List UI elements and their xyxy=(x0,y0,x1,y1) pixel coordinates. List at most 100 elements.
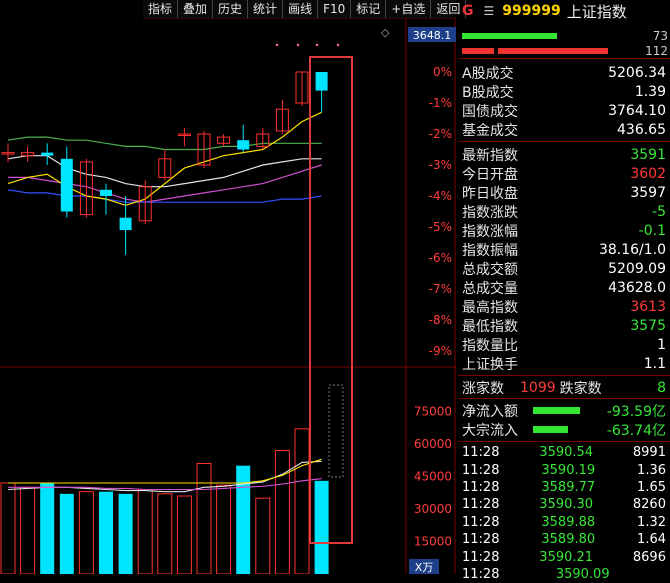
index-label: 指数量比 xyxy=(462,337,518,354)
trade-price: 3590.30 xyxy=(539,497,594,513)
flow-row: 大宗流入 -63.74亿 xyxy=(462,420,670,439)
index-value: 43628.0 xyxy=(608,279,666,296)
stats-button[interactable]: 统计 xyxy=(248,0,284,18)
trade-volume: 8260 xyxy=(632,497,666,513)
flow-bar-fill xyxy=(533,426,569,433)
up-count-value: 1099 xyxy=(520,379,556,396)
index-row: 指数振幅 38.16/1.0 xyxy=(462,240,670,259)
trade-price: 3589.88 xyxy=(541,514,596,530)
index-label: 指数涨跌 xyxy=(462,204,518,221)
pct-tick-label: -1% xyxy=(429,96,452,110)
stat-value: 436.65 xyxy=(617,121,666,138)
stat-label: 国债成交 xyxy=(462,103,518,120)
volume-ma-yellow xyxy=(8,458,322,484)
pct-tick-label: -7% xyxy=(429,282,452,296)
stat-value: 3764.10 xyxy=(608,102,666,119)
trade-volume: 1.36 xyxy=(637,462,666,478)
trade-time: 11:28 xyxy=(462,497,500,513)
trade-time: 11:28 xyxy=(462,479,500,495)
stock-name: 上证指数 xyxy=(566,2,627,21)
volume-bar xyxy=(137,489,153,574)
marker-dot xyxy=(315,43,319,47)
index-row: 上证换手 1.1 xyxy=(462,354,670,373)
buy-sell-bars: 73 112 xyxy=(458,22,670,59)
volume-bar xyxy=(176,495,192,574)
trade-time: 11:28 xyxy=(462,549,500,565)
ma-line-blue xyxy=(7,189,322,203)
trade-price: 3589.77 xyxy=(541,479,596,495)
trade-volume: 1.32 xyxy=(637,514,666,530)
volume-unit-label: X万 xyxy=(415,561,434,574)
volume-bar xyxy=(314,480,329,574)
volume-bar xyxy=(40,483,55,574)
trade-price: 3589.80 xyxy=(541,532,596,548)
index-value: 5209.09 xyxy=(608,260,666,277)
index-value: 1.1 xyxy=(643,355,666,372)
trade-volume: 1.65 xyxy=(637,479,666,495)
stat-label: A股成交 xyxy=(462,65,514,82)
mark-button[interactable]: 标记 xyxy=(351,0,387,18)
pct-tick-label: -4% xyxy=(429,189,452,203)
index-row: 总成交量 43628.0 xyxy=(462,278,670,297)
overlay-button[interactable]: 叠加 xyxy=(178,0,214,18)
index-row: 总成交额 5209.09 xyxy=(462,259,670,278)
buy-bar xyxy=(462,33,557,39)
flow-label: 大宗流入 xyxy=(462,422,518,439)
f10-button[interactable]: F10 xyxy=(318,0,352,18)
trade-row: 11:28 3590.54 8991 xyxy=(462,444,670,461)
index-value: -5 xyxy=(652,203,666,220)
index-value: 3591 xyxy=(630,146,666,163)
index-value: 3613 xyxy=(630,298,666,315)
candle-body xyxy=(60,158,73,212)
flow-bar xyxy=(533,407,591,414)
volume-bar xyxy=(0,482,16,574)
up-count-label: 涨家数 xyxy=(462,380,504,397)
volume-bar xyxy=(78,491,94,574)
pct-tick-label: -8% xyxy=(429,313,452,327)
volume-forecast-box xyxy=(328,384,344,478)
index-value: 38.16/1.0 xyxy=(598,241,666,258)
volume-bar xyxy=(216,484,232,574)
volume-bar xyxy=(59,493,74,574)
quote-panel: G ☰ 999999 上证指数 73 112 A股成交 5206.34 B股成交 1… xyxy=(458,0,670,582)
volume-tick-label: 60000 xyxy=(414,437,452,451)
pct-tick-label: -9% xyxy=(429,344,452,358)
indicator-button[interactable]: 指标 xyxy=(143,0,179,18)
stat-label: B股成交 xyxy=(462,84,514,101)
flow-bar xyxy=(533,426,591,433)
marker-dot xyxy=(336,43,340,47)
chart-toolbar: 指标 叠加 历史 统计 画线 F10 标记 +自选 返回 xyxy=(143,0,467,19)
stat-row: A股成交 5206.34 xyxy=(462,63,670,82)
volume-tick-label: 75000 xyxy=(414,405,452,419)
draw-line-button[interactable]: 画线 xyxy=(283,0,319,18)
ma-line-green xyxy=(7,136,322,151)
volume-bar xyxy=(196,463,212,574)
trade-price: 3590.09 xyxy=(555,566,610,582)
trade-time: 11:28 xyxy=(462,566,500,582)
menu-icon[interactable]: ☰ xyxy=(484,4,495,18)
add-watchlist-button[interactable]: +自选 xyxy=(386,0,432,18)
history-button[interactable]: 历史 xyxy=(213,0,249,18)
flow-label: 净流入额 xyxy=(462,403,518,420)
marker-dot xyxy=(296,43,300,47)
trade-price: 3590.54 xyxy=(539,445,594,461)
index-label: 最高指数 xyxy=(462,299,518,316)
updown-section: 涨家数 1099 跌家数 8 xyxy=(458,376,670,399)
pct-tick-label: 0% xyxy=(433,65,452,79)
index-value: 3602 xyxy=(630,165,666,182)
trade-volume: 8991 xyxy=(632,445,666,461)
volume-tick-label: 45000 xyxy=(414,470,452,484)
volume-bar xyxy=(274,450,290,574)
volume-bar xyxy=(157,493,173,574)
flow-row: 净流入额 -93.59亿 xyxy=(462,401,670,420)
volume-tick-label: 15000 xyxy=(414,535,452,549)
volume-tick-label: 30000 xyxy=(414,502,452,516)
trade-time: 11:28 xyxy=(462,514,500,530)
g-badge[interactable]: G xyxy=(462,3,474,19)
candle-body xyxy=(100,189,112,196)
trade-volume: 1.64 xyxy=(637,532,666,548)
kline-chart[interactable]: 0% -1% -2% -3% -4% -5% -6% -7% -8% -9% 3648.1 ◇ 7500… xyxy=(0,0,456,574)
index-label: 总成交额 xyxy=(462,261,518,278)
trade-volume: 8696 xyxy=(632,549,666,565)
index-value: -0.1 xyxy=(638,222,666,239)
